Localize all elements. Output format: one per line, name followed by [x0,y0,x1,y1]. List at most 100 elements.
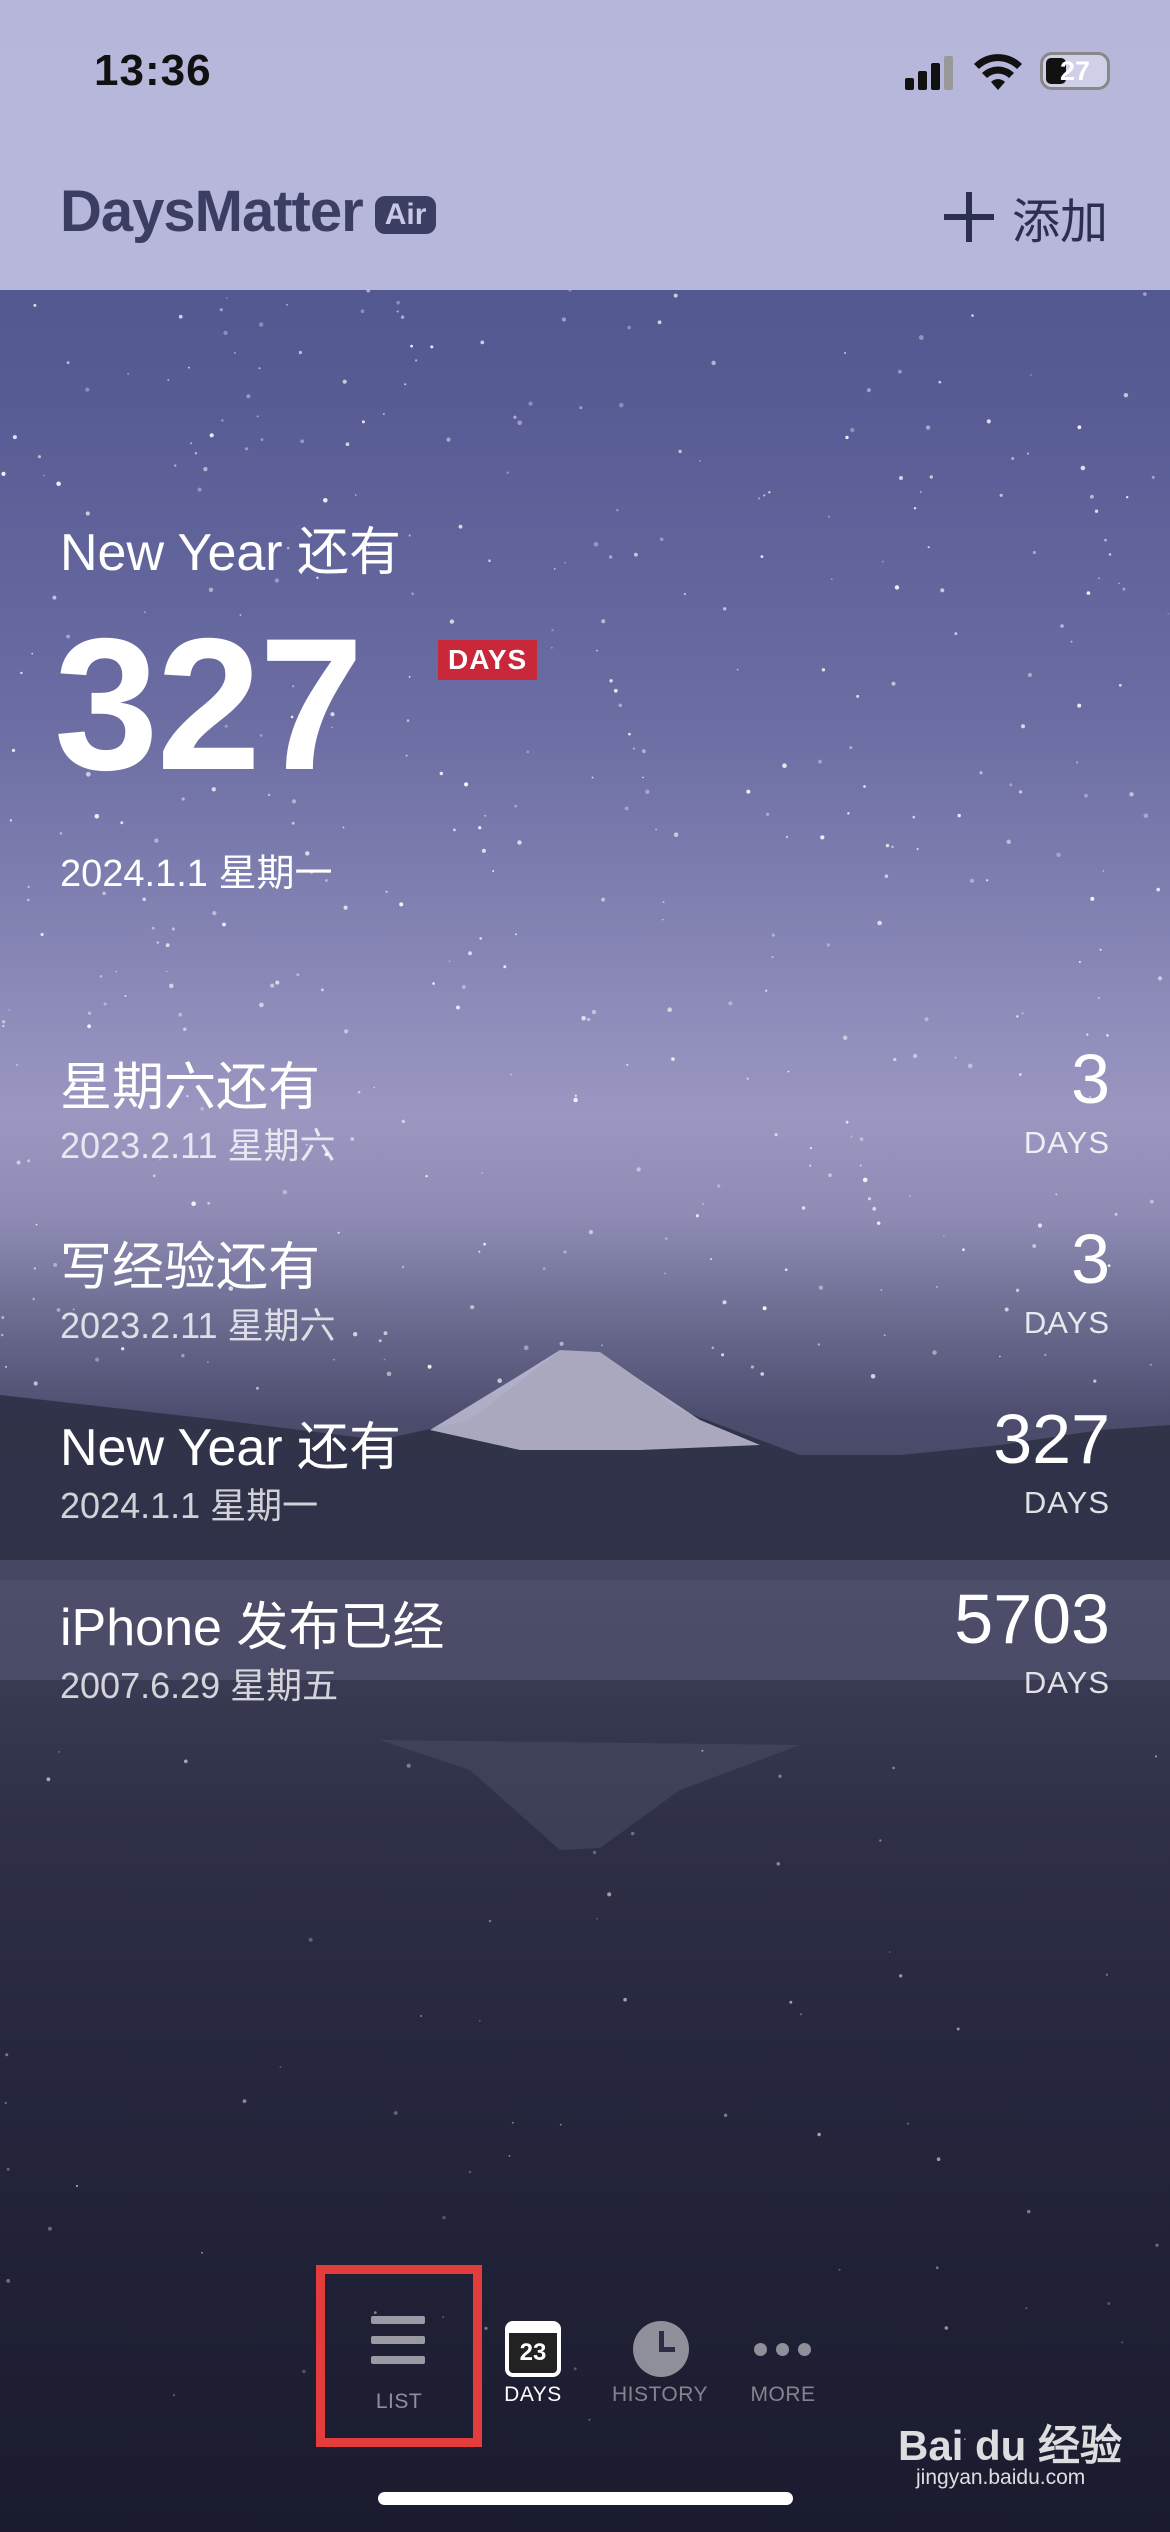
star [94,814,100,819]
star [986,419,991,424]
star [320,988,324,992]
add-button[interactable]: 添加 [942,182,1108,252]
star [286,303,288,306]
star [219,308,223,312]
event-row[interactable]: iPhone 发布已经 2007.6.29 星期五 5703 DAYS [60,1580,1110,1725]
star-reflection [406,1763,411,1768]
star [1,1020,6,1024]
star [909,1195,911,1197]
featured-event-title: New Year 还有 [60,524,402,582]
star [517,420,522,426]
star-reflection [47,2226,52,2231]
star [458,524,463,529]
star [1016,1015,1019,1018]
star [551,629,554,632]
star [1078,960,1081,964]
star [275,980,280,985]
days-unit-badge: DAYS [438,640,538,680]
star-reflection [242,2099,247,2104]
star [849,746,853,750]
star [1021,724,1025,729]
star [1,471,6,476]
star [757,497,761,500]
star-reflection [723,2113,728,2117]
tab-more[interactable]: MORE [718,2265,848,2425]
star [867,1197,872,1201]
event-date: 2023.2.11 星期六 [60,1305,336,1346]
star [396,310,399,313]
star [891,681,896,686]
star [924,1017,929,1022]
star [884,874,889,878]
star [899,476,903,480]
star [642,776,644,779]
star [695,1214,700,1218]
star [209,433,214,438]
star-reflection [607,1892,612,1897]
tab-list[interactable]: LIST [316,2265,482,2447]
star [361,420,365,424]
star [156,941,159,944]
event-row[interactable]: 写经验还有 2023.2.11 星期六 3 DAYS [60,1220,1110,1365]
star [1114,1212,1118,1216]
star [645,789,650,794]
star [842,1035,848,1040]
featured-event-count: 327 [54,599,364,809]
star [667,1007,672,1012]
featured-event[interactable]: New Year 还有 327 DAYS 2024.1.1 星期一 [54,510,538,895]
star [1027,452,1029,455]
star [1156,887,1160,892]
star [657,320,662,325]
star [87,1024,91,1029]
home-indicator[interactable] [378,2492,793,2505]
star [258,367,261,370]
star-reflection [1107,2302,1111,2305]
star [1094,509,1099,513]
star [461,984,466,990]
star [66,361,70,364]
star-reflection [776,1862,781,1866]
star [430,345,434,349]
tab-days[interactable]: 23 DAYS [468,2265,598,2425]
star [929,475,933,479]
calendar-icon: 23 [505,2321,561,2377]
event-date: 2023.2.11 星期六 [60,1125,336,1166]
star [1118,582,1120,585]
star [246,394,251,399]
star [16,1064,19,1066]
star [26,898,30,902]
star [766,812,770,816]
star [171,927,175,931]
event-title: 星期六还有 [60,1059,321,1117]
star-reflection [6,2167,10,2171]
star [913,507,917,510]
event-row[interactable]: 星期六还有 2023.2.11 星期六 3 DAYS [60,1040,1110,1185]
tab-history-label: HISTORY [611,2383,709,2406]
star [190,442,193,445]
star [711,360,716,366]
star-reflection [75,2184,79,2188]
star [1126,496,1129,499]
star [400,315,405,319]
star [971,314,974,317]
star [411,592,414,595]
star-reflection [899,1974,903,1978]
star [1021,1012,1024,1015]
star [32,1297,35,1301]
star-reflection [631,1831,635,1836]
star [1,1316,5,1319]
star [1104,538,1107,542]
event-row[interactable]: New Year 还有 2024.1.1 星期一 327 DAYS [60,1400,1110,1545]
star [169,983,174,989]
watermark-brand: Bai du 经验 [898,2422,1123,2469]
star [191,1201,196,1206]
star [404,383,407,386]
star [427,1364,432,1369]
star-reflection [468,2170,472,2174]
star [256,415,259,418]
tab-history[interactable]: HISTORY [595,2265,725,2425]
star [497,1378,503,1383]
star [1080,465,1086,471]
cellular-signal-icon [905,56,955,90]
status-bar: 13:36 27 [0,0,1170,150]
